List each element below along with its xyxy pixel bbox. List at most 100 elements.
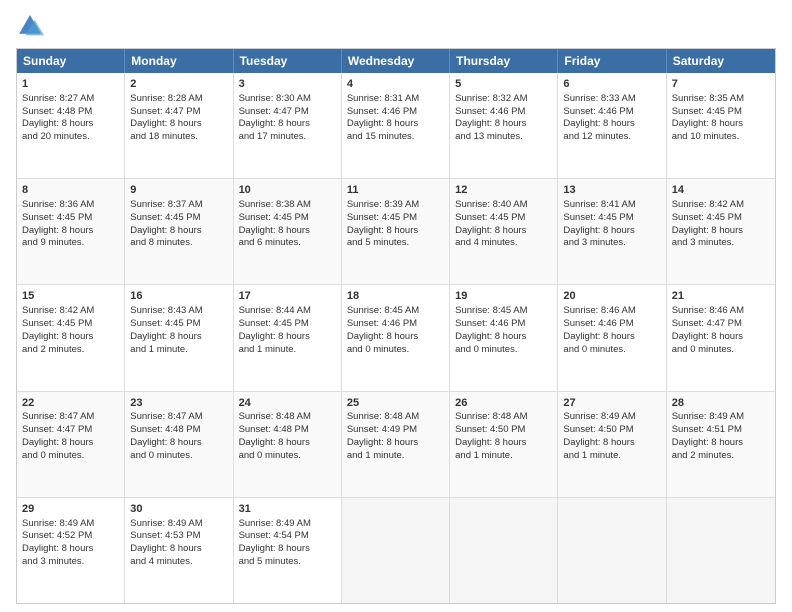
calendar-cell: 4Sunrise: 8:31 AMSunset: 4:46 PMDaylight… — [342, 73, 450, 178]
cell-line: Sunrise: 8:49 AM — [239, 518, 336, 531]
day-number: 1 — [22, 77, 119, 92]
day-number: 13 — [563, 183, 660, 198]
calendar: SundayMondayTuesdayWednesdayThursdayFrid… — [16, 48, 776, 604]
cell-line: Sunset: 4:46 PM — [347, 318, 444, 331]
cell-line: Sunset: 4:46 PM — [455, 106, 552, 119]
cell-line: Sunrise: 8:35 AM — [672, 93, 770, 106]
calendar-cell: 30Sunrise: 8:49 AMSunset: 4:53 PMDayligh… — [125, 498, 233, 603]
cell-line: Sunrise: 8:33 AM — [563, 93, 660, 106]
header-day-saturday: Saturday — [667, 49, 775, 73]
day-number: 8 — [22, 183, 119, 198]
calendar-row-2: 8Sunrise: 8:36 AMSunset: 4:45 PMDaylight… — [17, 178, 775, 284]
cell-line: and 3 minutes. — [563, 237, 660, 250]
cell-line: and 0 minutes. — [672, 344, 770, 357]
day-number: 3 — [239, 77, 336, 92]
header-day-monday: Monday — [125, 49, 233, 73]
cell-line: Daylight: 8 hours — [455, 437, 552, 450]
cell-line: Sunrise: 8:30 AM — [239, 93, 336, 106]
calendar-cell: 27Sunrise: 8:49 AMSunset: 4:50 PMDayligh… — [558, 392, 666, 497]
cell-line: Sunset: 4:45 PM — [239, 212, 336, 225]
cell-line: Sunrise: 8:47 AM — [22, 411, 119, 424]
calendar-cell: 6Sunrise: 8:33 AMSunset: 4:46 PMDaylight… — [558, 73, 666, 178]
cell-line: Sunrise: 8:40 AM — [455, 199, 552, 212]
day-number: 29 — [22, 502, 119, 517]
cell-line: Daylight: 8 hours — [672, 437, 770, 450]
cell-line: Sunset: 4:53 PM — [130, 530, 227, 543]
cell-line: Sunset: 4:46 PM — [455, 318, 552, 331]
day-number: 5 — [455, 77, 552, 92]
calendar-cell: 8Sunrise: 8:36 AMSunset: 4:45 PMDaylight… — [17, 179, 125, 284]
cell-line: Daylight: 8 hours — [455, 225, 552, 238]
cell-line: Sunrise: 8:44 AM — [239, 305, 336, 318]
cell-line: Sunset: 4:48 PM — [130, 424, 227, 437]
cell-line: Sunrise: 8:36 AM — [22, 199, 119, 212]
cell-line: Sunrise: 8:31 AM — [347, 93, 444, 106]
cell-line: Sunset: 4:46 PM — [563, 318, 660, 331]
cell-line: Sunset: 4:45 PM — [239, 318, 336, 331]
cell-line: Sunset: 4:45 PM — [130, 212, 227, 225]
cell-line: and 15 minutes. — [347, 131, 444, 144]
day-number: 19 — [455, 289, 552, 304]
cell-line: and 0 minutes. — [563, 344, 660, 357]
calendar-cell: 19Sunrise: 8:45 AMSunset: 4:46 PMDayligh… — [450, 285, 558, 390]
cell-line: Sunrise: 8:49 AM — [563, 411, 660, 424]
cell-line: Sunset: 4:50 PM — [455, 424, 552, 437]
cell-line: and 0 minutes. — [130, 450, 227, 463]
cell-line: Sunset: 4:48 PM — [22, 106, 119, 119]
cell-line: and 3 minutes. — [672, 237, 770, 250]
day-number: 10 — [239, 183, 336, 198]
cell-line: Sunset: 4:45 PM — [22, 212, 119, 225]
cell-line: Daylight: 8 hours — [130, 543, 227, 556]
cell-line: Daylight: 8 hours — [22, 118, 119, 131]
cell-line: Daylight: 8 hours — [22, 437, 119, 450]
cell-line: Daylight: 8 hours — [239, 331, 336, 344]
cell-line: Sunset: 4:54 PM — [239, 530, 336, 543]
cell-line: Sunrise: 8:41 AM — [563, 199, 660, 212]
day-number: 2 — [130, 77, 227, 92]
calendar-body: 1Sunrise: 8:27 AMSunset: 4:48 PMDaylight… — [17, 73, 775, 603]
day-number: 6 — [563, 77, 660, 92]
calendar-cell: 18Sunrise: 8:45 AMSunset: 4:46 PMDayligh… — [342, 285, 450, 390]
cell-line: Daylight: 8 hours — [130, 331, 227, 344]
day-number: 9 — [130, 183, 227, 198]
calendar-cell: 21Sunrise: 8:46 AMSunset: 4:47 PMDayligh… — [667, 285, 775, 390]
day-number: 28 — [672, 396, 770, 411]
cell-line: and 8 minutes. — [130, 237, 227, 250]
cell-line: and 4 minutes. — [455, 237, 552, 250]
calendar-cell: 15Sunrise: 8:42 AMSunset: 4:45 PMDayligh… — [17, 285, 125, 390]
cell-line: Daylight: 8 hours — [22, 331, 119, 344]
header-day-thursday: Thursday — [450, 49, 558, 73]
day-number: 17 — [239, 289, 336, 304]
cell-line: Sunrise: 8:32 AM — [455, 93, 552, 106]
calendar-cell: 12Sunrise: 8:40 AMSunset: 4:45 PMDayligh… — [450, 179, 558, 284]
cell-line: and 5 minutes. — [239, 556, 336, 569]
cell-line: Sunrise: 8:49 AM — [130, 518, 227, 531]
day-number: 25 — [347, 396, 444, 411]
cell-line: Daylight: 8 hours — [563, 118, 660, 131]
header-day-tuesday: Tuesday — [234, 49, 342, 73]
calendar-cell: 26Sunrise: 8:48 AMSunset: 4:50 PMDayligh… — [450, 392, 558, 497]
day-number: 26 — [455, 396, 552, 411]
day-number: 4 — [347, 77, 444, 92]
cell-line: Daylight: 8 hours — [347, 331, 444, 344]
page: SundayMondayTuesdayWednesdayThursdayFrid… — [0, 0, 792, 612]
cell-line: and 12 minutes. — [563, 131, 660, 144]
cell-line: Sunset: 4:45 PM — [672, 106, 770, 119]
calendar-cell — [667, 498, 775, 603]
cell-line: Sunset: 4:47 PM — [22, 424, 119, 437]
day-number: 22 — [22, 396, 119, 411]
calendar-cell: 2Sunrise: 8:28 AMSunset: 4:47 PMDaylight… — [125, 73, 233, 178]
day-number: 30 — [130, 502, 227, 517]
cell-line: and 6 minutes. — [239, 237, 336, 250]
cell-line: Sunrise: 8:37 AM — [130, 199, 227, 212]
calendar-cell — [558, 498, 666, 603]
cell-line: Sunrise: 8:48 AM — [347, 411, 444, 424]
cell-line: Sunrise: 8:48 AM — [239, 411, 336, 424]
cell-line: Sunrise: 8:43 AM — [130, 305, 227, 318]
cell-line: Sunrise: 8:46 AM — [672, 305, 770, 318]
calendar-cell: 11Sunrise: 8:39 AMSunset: 4:45 PMDayligh… — [342, 179, 450, 284]
cell-line: Sunset: 4:45 PM — [563, 212, 660, 225]
cell-line: Daylight: 8 hours — [455, 118, 552, 131]
calendar-cell: 3Sunrise: 8:30 AMSunset: 4:47 PMDaylight… — [234, 73, 342, 178]
day-number: 12 — [455, 183, 552, 198]
